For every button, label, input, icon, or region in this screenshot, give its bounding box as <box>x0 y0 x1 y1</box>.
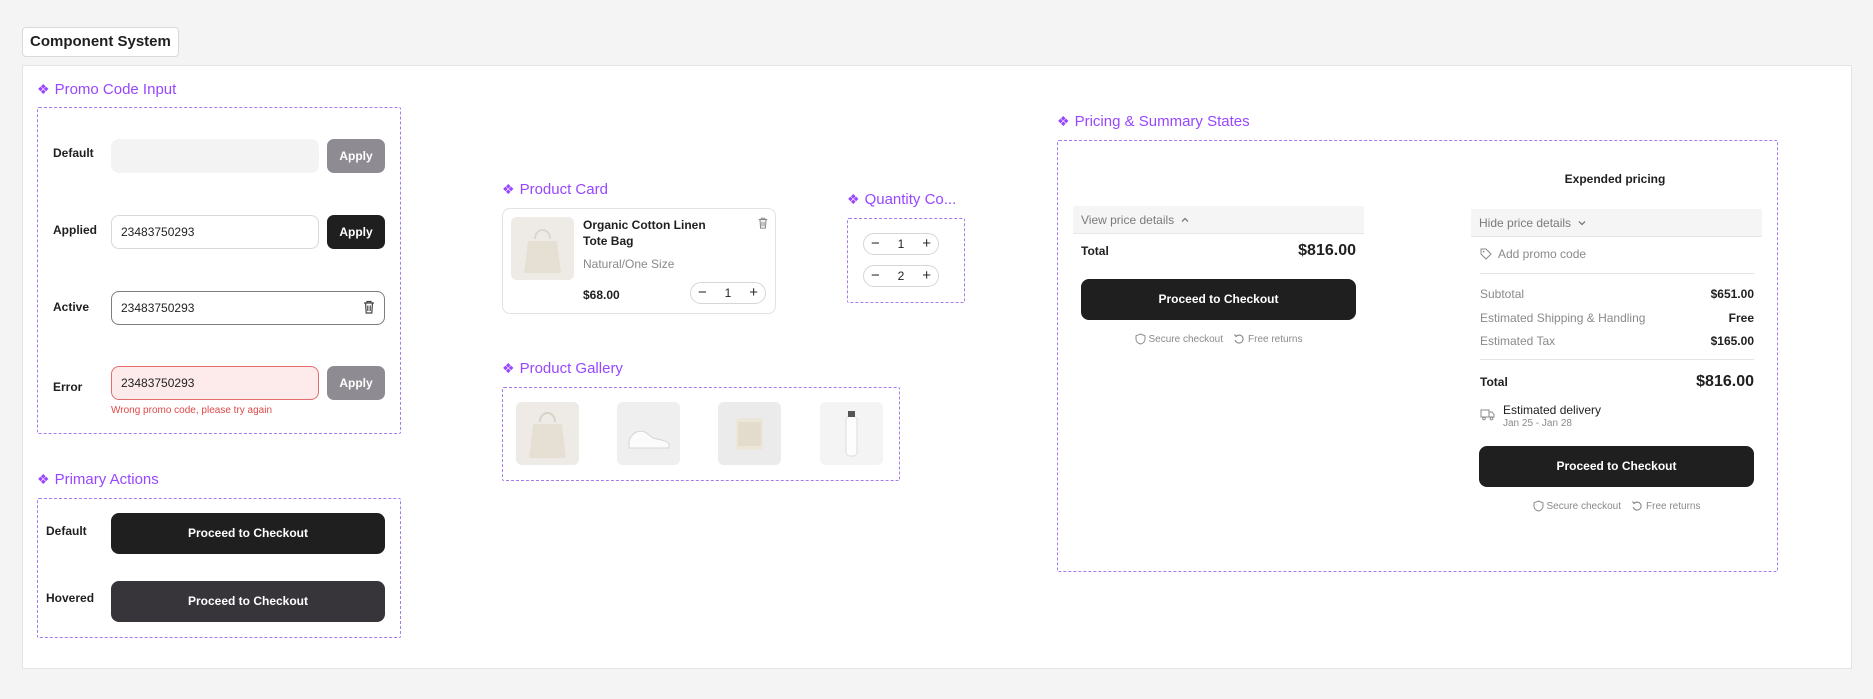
quantity-value: 1 <box>897 237 905 251</box>
component-diamond-icon: ❖ <box>502 181 515 197</box>
plus-icon[interactable]: + <box>922 234 931 254</box>
component-diamond-icon: ❖ <box>847 191 860 207</box>
delivery-label: Estimated delivery <box>1503 403 1602 417</box>
quantity-stepper[interactable]: − 2 + <box>863 265 939 287</box>
add-promo-code-link[interactable]: Add promo code <box>1480 247 1586 261</box>
gallery-thumb-sweater[interactable] <box>718 402 781 465</box>
minus-icon[interactable]: − <box>698 283 707 303</box>
promo-error-message: Wrong promo code, please try again <box>111 405 273 416</box>
component-diamond-icon: ❖ <box>37 81 50 97</box>
gallery-thumb-bottle[interactable] <box>820 402 883 465</box>
minus-icon[interactable]: − <box>871 266 880 286</box>
trash-icon[interactable] <box>362 299 376 315</box>
hide-price-details-toggle[interactable]: Hide price details <box>1471 209 1762 237</box>
promo-row-label: Default <box>53 146 94 160</box>
checkout-button[interactable]: Proceed to Checkout <box>1081 279 1356 320</box>
promo-row-label: Applied <box>53 223 97 237</box>
total-value: $816.00 <box>1696 373 1754 390</box>
component-diamond-icon: ❖ <box>1057 113 1070 129</box>
apply-button[interactable]: Apply <box>327 215 385 249</box>
chevron-down-icon <box>1578 220 1586 225</box>
refresh-icon <box>1234 334 1244 344</box>
total-label: Total <box>1480 375 1508 389</box>
apply-button[interactable]: Apply <box>327 139 385 173</box>
total-value: $816.00 <box>1298 242 1356 259</box>
trust-badges: Secure checkout Free returns <box>1081 333 1356 345</box>
promo-section-label: ❖ Promo Code Input <box>37 81 177 98</box>
total-label: Total <box>1081 244 1109 258</box>
minus-icon[interactable]: − <box>871 234 880 254</box>
promo-input-applied[interactable]: 23483750293 <box>111 215 319 249</box>
shield-icon <box>1533 500 1544 512</box>
shield-icon <box>1135 333 1146 345</box>
product-image <box>511 217 574 280</box>
product-variant: Natural/One Size <box>583 257 675 271</box>
component-diamond-icon: ❖ <box>502 360 515 376</box>
quantity-stepper[interactable]: − 1 + <box>690 282 766 304</box>
pricing-section-label: ❖ Pricing & Summary States <box>1057 113 1250 130</box>
product-price: $68.00 <box>583 288 620 302</box>
checkout-button-default[interactable]: Proceed to Checkout <box>111 513 385 554</box>
expanded-total-row: Total $816.00 <box>1480 373 1754 391</box>
trust-badges: Secure checkout Free returns <box>1479 500 1754 512</box>
truck-icon <box>1480 409 1495 421</box>
primary-actions-section-label: ❖ Primary Actions <box>37 471 159 488</box>
promo-row-label: Error <box>53 380 83 394</box>
tag-icon <box>1480 248 1492 260</box>
price-line: Subtotal $651.00 <box>1480 287 1754 301</box>
divider <box>1480 273 1754 274</box>
component-diamond-icon: ❖ <box>37 471 50 487</box>
checkout-button[interactable]: Proceed to Checkout <box>1479 446 1754 487</box>
view-price-details-toggle[interactable]: View price details <box>1073 206 1364 234</box>
promo-input-active[interactable]: 23483750293 <box>111 291 385 325</box>
chevron-up-icon <box>1181 217 1189 222</box>
gallery-thumb-sneaker[interactable] <box>617 402 680 465</box>
expanded-pricing-heading: Expended pricing <box>1564 172 1666 186</box>
divider <box>1480 359 1754 360</box>
plus-icon[interactable]: + <box>922 266 931 286</box>
action-row-label: Hovered <box>46 591 95 605</box>
product-gallery-section-label: ❖ Product Gallery <box>502 360 623 377</box>
checkout-button-hovered[interactable]: Proceed to Checkout <box>111 581 385 622</box>
promo-input-default[interactable] <box>111 139 319 173</box>
delivery-dates: Jan 25 - Jan 28 <box>1503 418 1572 429</box>
quantity-control-section-label: ❖ Quantity Co... <box>847 191 957 208</box>
apply-button[interactable]: Apply <box>327 366 385 400</box>
trash-icon[interactable] <box>757 216 769 230</box>
price-line: Estimated Shipping & Handling Free <box>1480 311 1754 325</box>
collapsed-total-row: Total $816.00 <box>1081 242 1356 260</box>
action-row-label: Default <box>46 524 87 538</box>
plus-icon[interactable]: + <box>749 283 758 303</box>
page-title: Component System <box>22 27 179 57</box>
product-card-section-label: ❖ Product Card <box>502 181 608 198</box>
quantity-value: 1 <box>724 286 732 300</box>
refresh-icon <box>1632 501 1642 511</box>
quantity-control-frame <box>847 218 965 303</box>
promo-input-error[interactable]: 23483750293 <box>111 366 319 400</box>
promo-row-label: Active <box>53 300 90 314</box>
quantity-stepper[interactable]: − 1 + <box>863 233 939 255</box>
gallery-thumb-tote[interactable] <box>516 402 579 465</box>
product-name[interactable]: Organic Cotton Linen Tote Bag <box>583 217 733 249</box>
estimated-delivery: Estimated delivery Jan 25 - Jan 28 <box>1480 403 1601 429</box>
price-line: Estimated Tax $165.00 <box>1480 334 1754 348</box>
quantity-value: 2 <box>897 269 905 283</box>
